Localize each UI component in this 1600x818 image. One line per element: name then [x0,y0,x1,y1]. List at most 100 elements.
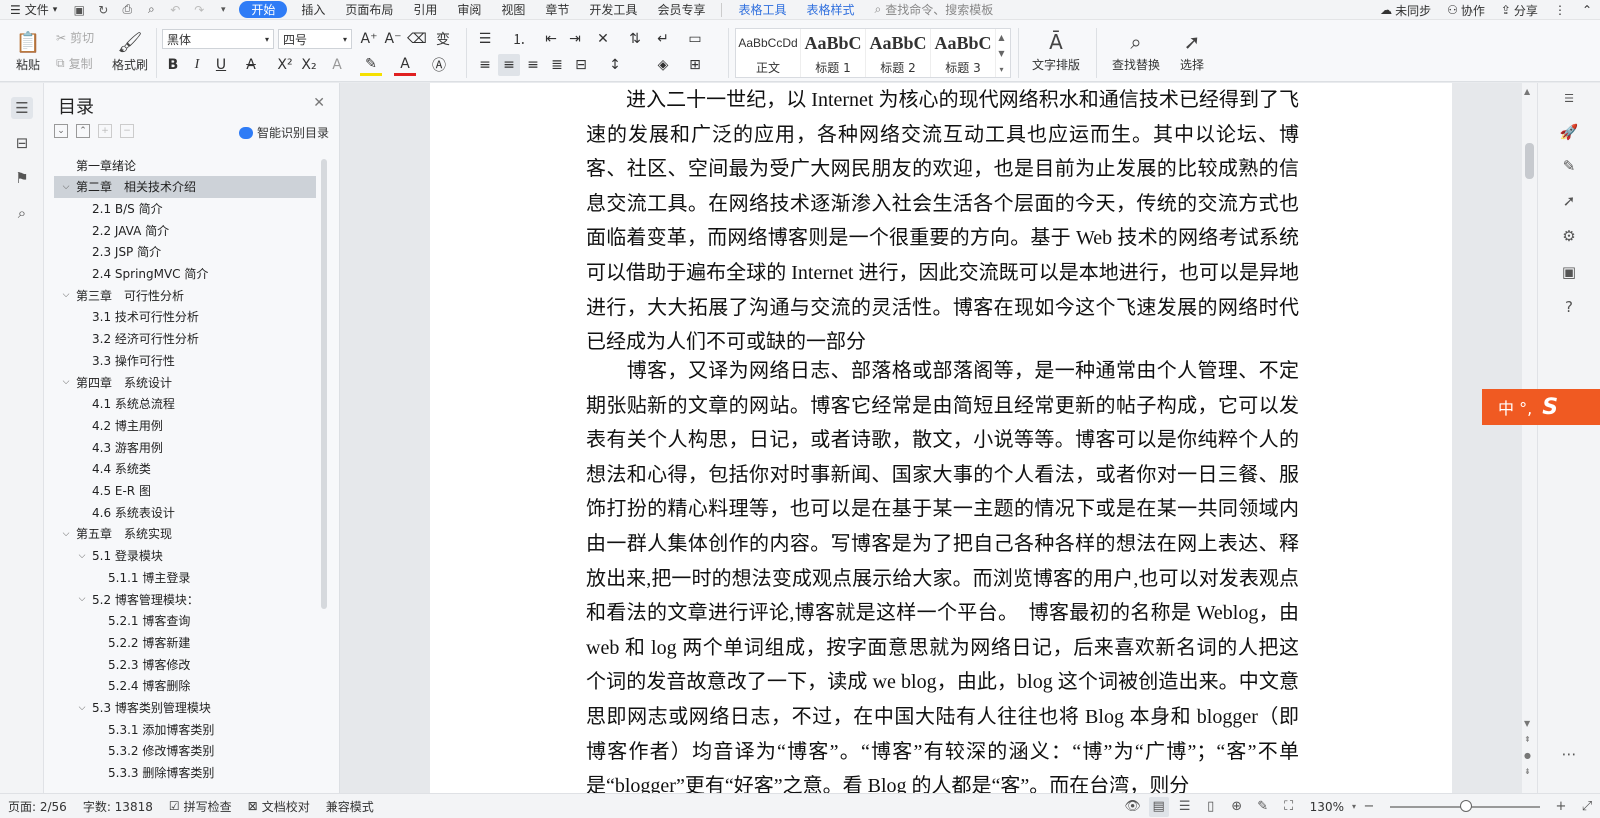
tab-review[interactable]: 审阅 [447,0,491,20]
write-view-icon[interactable]: ✎ [1253,797,1273,817]
tab-references[interactable]: 引用 [403,0,447,20]
subscript-icon[interactable]: X₂ [298,54,320,76]
zoom-in-icon[interactable]: + [1551,797,1571,817]
style-heading-2[interactable]: AaBbC 标题 2 [866,29,931,77]
toc-item[interactable]: 5.3.2 修改博客类别 [54,740,316,762]
more-icon[interactable]: ▾ [216,3,230,17]
strikethrough-icon[interactable]: A [240,54,262,76]
show-marks-icon[interactable]: ↵ [652,28,674,50]
tab-developer[interactable]: 开发工具 [579,0,647,20]
zoom-level[interactable]: 130% [1302,800,1352,814]
chevron-down-icon[interactable]: ⌵ [76,551,88,561]
bookmark-icon[interactable]: ⚑ [11,167,33,189]
menu-icon[interactable]: ☰ [1558,87,1580,109]
chinese-layout-icon[interactable]: ✕ [592,28,614,50]
toc-item[interactable]: 5.2.3 博客修改 [54,653,316,675]
line-spacing-icon[interactable]: ↕ [604,54,626,76]
text-layout-button[interactable]: Ᾱ 文字排版 [1024,26,1088,76]
highlight-icon[interactable]: ✎ [360,54,382,76]
distribute-icon[interactable]: ⊟ [570,54,592,76]
cut-button[interactable]: ✂ 剪切 [56,29,94,46]
toc-item[interactable]: 5.1.1 博主登录 [54,566,316,588]
toc-item[interactable]: 3.2 经济可行性分析 [54,328,316,350]
italic-icon[interactable]: I [186,54,208,76]
text-effect-icon[interactable]: A [326,54,348,76]
zoom-out-icon[interactable]: − [1359,797,1379,817]
zoom-slider-knob[interactable] [1460,799,1472,812]
sync-status[interactable]: ☁ 未同步 [1372,0,1439,20]
tab-home[interactable]: 开始 [239,1,288,18]
chevron-down-icon[interactable]: ⌵ [60,529,72,539]
increase-indent-icon[interactable]: ⇥ [564,28,586,50]
toc-item[interactable]: 5.2.4 博客删除 [54,675,316,697]
char-border-icon[interactable]: Ⓐ [428,54,450,76]
toc-item[interactable]: 2.4 SpringMVC 简介 [54,263,316,285]
toc-item[interactable]: 2.3 JSP 简介 [54,241,316,263]
close-icon[interactable]: ✕ [313,95,325,111]
proofread-button[interactable]: ⊠ 文档校对 [240,798,318,815]
chevron-down-icon[interactable]: ⌵ [76,594,88,604]
chapter-nav-icon[interactable]: ⊟ [11,132,33,154]
smart-toc-button[interactable]: 智能识别目录 [238,124,329,141]
shrink-font-icon[interactable]: A⁻ [382,28,404,50]
collapse-all-icon[interactable]: ⌃ [76,124,90,138]
toc-item[interactable]: 4.6 系统表设计 [54,501,316,523]
ruler-icon[interactable]: ▭ [684,28,706,50]
ime-toolbar[interactable]: 中 °, S [1482,389,1600,425]
tab-section[interactable]: 章节 [535,0,579,20]
toc-item[interactable]: 2.2 JAVA 简介 [54,219,316,241]
web-view-icon[interactable]: ⊕ [1227,797,1247,817]
style-heading-1[interactable]: AaBbC 标题 1 [801,29,866,77]
redo-icon[interactable]: ↷ [192,3,206,17]
shading-icon[interactable]: ◈ [652,54,674,76]
toc-item[interactable]: 4.3 游客用例 [54,436,316,458]
next-page-icon[interactable]: ⇟ [1524,767,1531,776]
font-size-select[interactable]: 四号 ▾ [278,29,352,49]
paragraph[interactable]: 博客，又译为网络日志、部落格或部落阁等，是一种通常由个人管理、不定期张贴新的文章… [586,354,1299,793]
grow-font-icon[interactable]: A⁺ [358,28,380,50]
toc-item[interactable]: 5.2.2 博客新建 [54,631,316,653]
zoom-slider[interactable] [1390,799,1540,812]
superscript-icon[interactable]: X² [274,54,296,76]
chevron-down-icon[interactable]: ⌵ [60,182,72,192]
toc-item[interactable]: 3.3 操作可行性 [54,349,316,371]
pen-icon[interactable]: ✎ [1558,155,1580,177]
clear-format-icon[interactable]: ⌫ [406,28,428,50]
outline-view-icon[interactable]: ☰ [1175,797,1195,817]
numbered-list-icon[interactable]: ⒈ [508,28,530,50]
toc-item[interactable]: 2.1 B/S 简介 [54,197,316,219]
toc-item[interactable]: 第一章绪论 [54,154,316,176]
justify-icon[interactable]: ≣ [546,54,568,76]
toc-item[interactable]: 5.2.1 博客查询 [54,610,316,632]
tab-table-style[interactable]: 表格样式 [796,0,864,20]
bullet-list-icon[interactable]: ☰ [474,28,496,50]
toc-item[interactable]: 4.5 E-R 图 [54,480,316,502]
expand-all-icon[interactable]: ⌄ [54,124,68,138]
tab-view[interactable]: 视图 [491,0,535,20]
toc-item[interactable]: 4.4 系统类 [54,458,316,480]
toc-item[interactable]: 5.3.3 删除博客类别 [54,762,316,784]
toc-item[interactable]: ⌵ 第三章 可行性分析 [54,284,316,306]
tab-member[interactable]: 会员专享 [647,0,715,20]
decrease-indent-icon[interactable]: ⇤ [540,28,562,50]
toc-item[interactable]: 5.3.1 添加博客类别 [54,718,316,740]
scroll-thumb[interactable] [1525,143,1534,179]
style-normal[interactable]: AaBbCcDd 正文 [736,29,801,77]
rocket-icon[interactable]: 🚀 [1558,121,1580,143]
sliders-icon[interactable]: ⚙ [1558,225,1580,247]
prev-page-icon[interactable]: ⇞ [1524,735,1531,744]
help-icon[interactable]: ? [1558,296,1580,318]
paragraph[interactable]: 进入二十一世纪，以 Internet 为核心的现代网络积水和通信技术已经得到了飞… [586,83,1299,360]
phonetic-icon[interactable]: 变 [432,28,454,50]
align-left-icon[interactable]: ≡ [474,54,496,76]
sort-icon[interactable]: ⇅ [624,28,646,50]
remove-heading-icon[interactable]: − [120,124,134,138]
toc-item[interactable]: ⌵ 第四章 系统设计 [54,371,316,393]
font-name-select[interactable]: 黑体 ▾ [162,29,274,49]
underline-icon[interactable]: U [210,54,232,76]
page-indicator[interactable]: 页面: 2/56 [0,798,75,815]
save-icon[interactable]: ▣ [72,3,86,17]
select-browse-icon[interactable]: ● [1524,751,1531,760]
bold-icon[interactable]: B [162,54,184,76]
chevron-down-icon[interactable]: ⌵ [60,377,72,387]
